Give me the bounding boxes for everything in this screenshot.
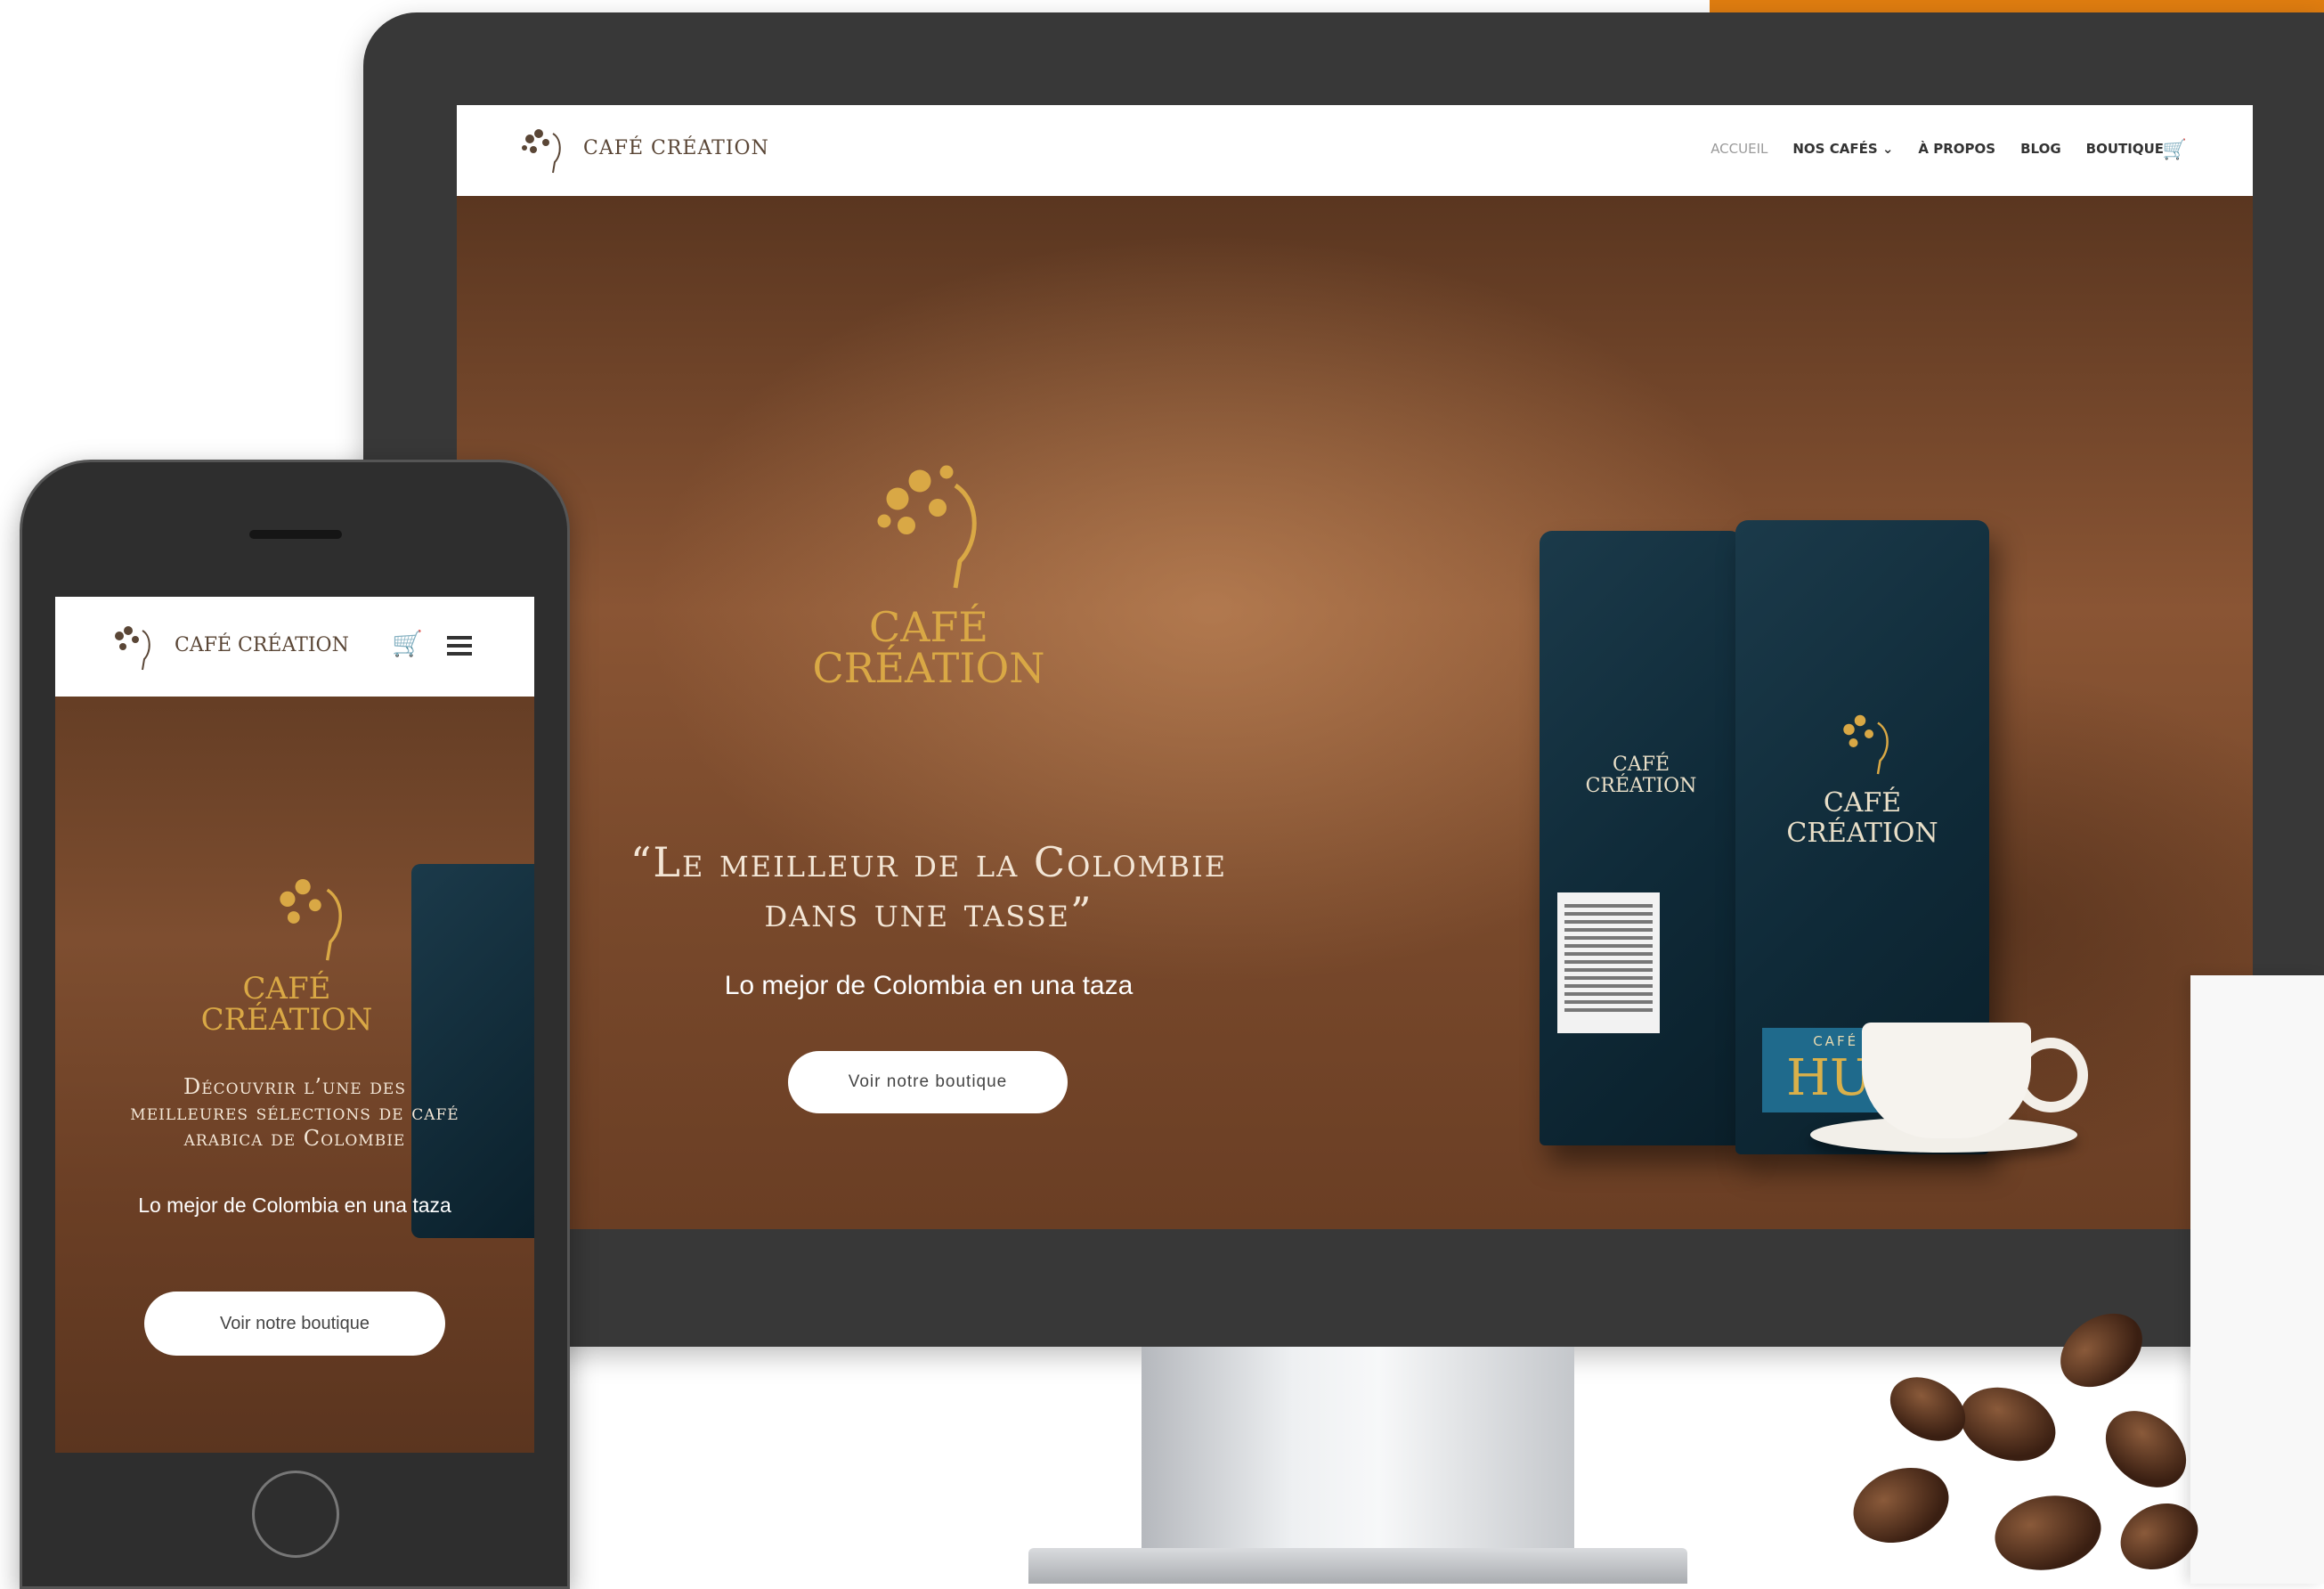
brand-name[interactable]: CAFÉ CRÉATION (583, 137, 769, 159)
main-nav: ACCUEIL NOS CAFÉS ⌄ À PROPOS BLOG BOUTIQ… (1710, 141, 2164, 157)
hero-subtitle: Lo mejor de Colombia en una taza (724, 971, 1134, 1000)
hero-quote: “Le meilleur de la Colombie dans une tas… (457, 837, 1401, 937)
cart-icon[interactable]: 🛒 (392, 629, 423, 658)
coffee-beans-image (1834, 1283, 2209, 1584)
coffee-cup (1862, 1023, 2031, 1138)
bag-brand-line1: CAFÉ (1823, 787, 1902, 819)
hero-quote-line2: dans une tasse” (764, 888, 1093, 936)
desktop-hero: CAFÉ CRÉATION “Le meilleur de la Colombi… (457, 196, 2253, 1229)
bag-logo-icon (1843, 714, 1889, 775)
mobile-screen: CAFÉ CRÉATION 🛒 CAFÉ CRÉATION Découvrir … (55, 597, 534, 1453)
nutrition-label (1557, 892, 1660, 1033)
desktop-header: CAFÉ CRÉATION ACCUEIL NOS CAFÉS ⌄ À PROP… (457, 105, 2253, 196)
mobile-header: CAFÉ CRÉATION 🛒 (55, 597, 534, 697)
tree-head-logo-icon[interactable] (514, 121, 571, 178)
mobile-hero-title-line1: Découvrir l’une des (183, 1074, 406, 1099)
mobile-hero-title-line2: meilleures sélections de café (130, 1100, 459, 1125)
mobile-hero-brand-line2: CRÉATION (200, 1002, 373, 1038)
nav-item-blog[interactable]: BLOG (2020, 141, 2061, 157)
bag-back-brand-line2: CRÉATION (1585, 775, 1697, 797)
orange-accent-bar (1710, 0, 2324, 12)
monitor-stand (1142, 1347, 1574, 1552)
nav-item-nos-cafes[interactable]: NOS CAFÉS ⌄ (1792, 141, 1893, 157)
mobile-hero-title: Découvrir l’une des meilleures sélection… (55, 1074, 534, 1152)
phone-home-button[interactable] (252, 1471, 339, 1558)
hero-quote-line1: “Le meilleur de la Colombie (630, 838, 1228, 886)
hamburger-menu-icon[interactable] (447, 636, 472, 656)
monitor-stand-base (1028, 1548, 1687, 1584)
mobile-coffee-bag (411, 864, 534, 1238)
hero-brand-line1: CAFÉ (869, 603, 988, 651)
coffee-bag-back: CAFÉ CRÉATION (1540, 531, 1743, 1145)
mobile-hero-title-line3: arabica de Colombie (183, 1126, 406, 1151)
mobile-hero-subtitle: Lo mejor de Colombia en una taza (138, 1194, 451, 1217)
nav-item-accueil[interactable]: ACCUEIL (1710, 141, 1767, 157)
mobile-shop-button[interactable]: Voir notre boutique (144, 1292, 445, 1356)
bag-brand-line2: CRÉATION (1786, 818, 1938, 849)
white-side-panel (2190, 975, 2324, 1584)
mobile-phone: CAFÉ CRÉATION 🛒 CAFÉ CRÉATION Découvrir … (20, 460, 570, 1589)
desktop-screen: CAFÉ CRÉATION ACCUEIL NOS CAFÉS ⌄ À PROP… (457, 105, 2253, 1229)
phone-speaker (249, 530, 342, 539)
gold-tree-head-logo-icon (280, 879, 342, 961)
nav-item-boutique[interactable]: BOUTIQUE (2086, 141, 2164, 157)
gold-tree-head-logo-icon (877, 465, 977, 589)
cart-icon[interactable]: 🛒 (2163, 139, 2187, 161)
bag-back-brand-line1: CAFÉ (1612, 754, 1670, 776)
mobile-hero-brand-line1: CAFÉ (242, 971, 331, 1006)
shop-button[interactable]: Voir notre boutique (788, 1051, 1068, 1113)
tree-head-logo-icon[interactable] (103, 618, 160, 675)
hero-brand-line2: CRÉATION (812, 644, 1045, 692)
nav-item-a-propos[interactable]: À PROPOS (1918, 141, 1995, 157)
mobile-brand-name[interactable]: CAFÉ CRÉATION (175, 634, 349, 656)
